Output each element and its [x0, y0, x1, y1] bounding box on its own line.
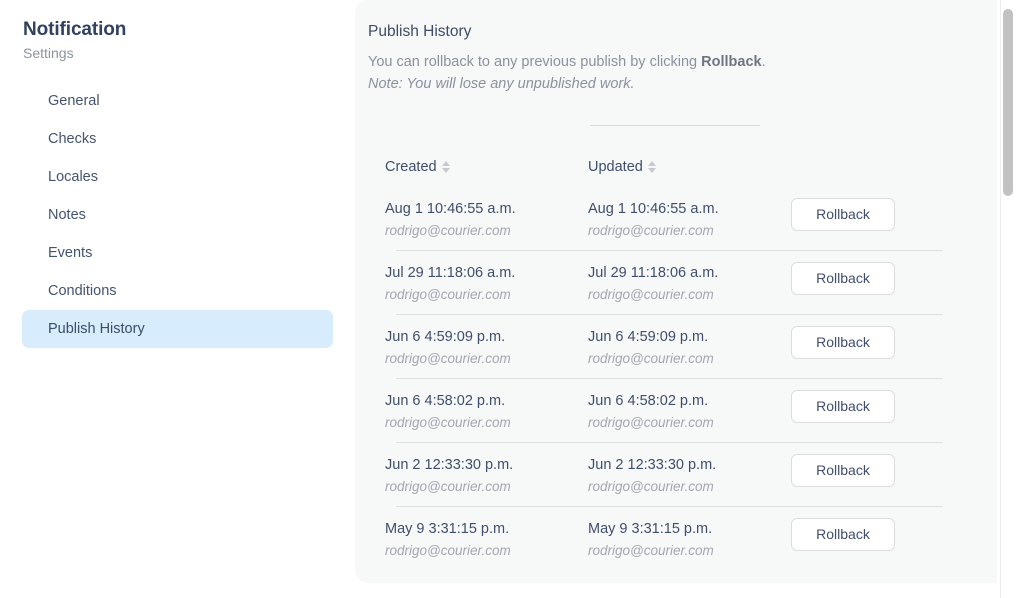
- updated-by-email: rodrigo@courier.com: [588, 541, 791, 561]
- sidebar-item-events[interactable]: Events: [22, 234, 333, 272]
- table-header-row: Created Updated: [368, 148, 997, 186]
- desc-rollback-emphasis: Rollback: [701, 54, 761, 70]
- cell-updated: Jul 29 11:18:06 a.m.rodrigo@courier.com: [588, 262, 791, 305]
- updated-timestamp: Aug 1 10:46:55 a.m.: [588, 200, 791, 220]
- sidebar-item-label: General: [48, 93, 100, 109]
- created-by-email: rodrigo@courier.com: [385, 285, 588, 305]
- publish-history-panel: Publish History You can rollback to any …: [355, 0, 997, 583]
- updated-timestamp: May 9 3:31:15 p.m.: [588, 520, 791, 540]
- updated-timestamp: Jun 2 12:33:30 p.m.: [588, 456, 791, 476]
- panel-heading: Publish History: [355, 20, 997, 43]
- sidebar-item-conditions[interactable]: Conditions: [22, 272, 333, 310]
- cell-action: Rollback: [791, 390, 997, 423]
- sidebar-item-publish-history[interactable]: Publish History: [22, 310, 333, 348]
- created-timestamp: Jun 6 4:59:09 p.m.: [385, 328, 588, 348]
- cell-created: Jun 2 12:33:30 p.m.rodrigo@courier.com: [385, 454, 588, 497]
- page-subtitle: Settings: [23, 43, 355, 64]
- panel-description-line1: You can rollback to any previous publish…: [368, 54, 766, 70]
- rollback-button[interactable]: Rollback: [791, 518, 895, 551]
- rollback-button[interactable]: Rollback: [791, 454, 895, 487]
- rollback-button[interactable]: Rollback: [791, 262, 895, 295]
- panel-description: You can rollback to any previous publish…: [355, 52, 997, 96]
- cell-action: Rollback: [791, 262, 997, 295]
- section-divider: [590, 125, 760, 126]
- sidebar-item-general[interactable]: General: [22, 82, 333, 120]
- sidebar-item-label: Locales: [48, 169, 98, 185]
- updated-by-email: rodrigo@courier.com: [588, 221, 791, 241]
- cell-created: Jun 6 4:59:09 p.m.rodrigo@courier.com: [385, 326, 588, 369]
- updated-by-email: rodrigo@courier.com: [588, 285, 791, 305]
- panel-description-note: Note: You will lose any unpublished work…: [368, 74, 997, 96]
- sidebar-item-label: Checks: [48, 131, 96, 147]
- sidebar-item-checks[interactable]: Checks: [22, 120, 333, 158]
- table-row: Jun 6 4:58:02 p.m.rodrigo@courier.comJun…: [368, 378, 997, 442]
- created-by-email: rodrigo@courier.com: [385, 221, 588, 241]
- sidebar-item-label: Publish History: [48, 321, 145, 337]
- updated-by-email: rodrigo@courier.com: [588, 349, 791, 369]
- created-by-email: rodrigo@courier.com: [385, 349, 588, 369]
- column-header-updated-label: Updated: [588, 159, 643, 175]
- publish-history-table: Created Updated Aug 1 10:46:55 a.m.rodri…: [355, 148, 997, 570]
- created-timestamp: Aug 1 10:46:55 a.m.: [385, 200, 588, 220]
- sidebar-header: Notification Settings: [0, 18, 355, 64]
- cell-updated: Jun 2 12:33:30 p.m.rodrigo@courier.com: [588, 454, 791, 497]
- sort-updown-icon[interactable]: [442, 161, 450, 173]
- settings-sidebar: Notification Settings General Checks Local…: [0, 0, 355, 598]
- panel-content: Publish History You can rollback to any …: [355, 0, 997, 96]
- created-timestamp: Jun 6 4:58:02 p.m.: [385, 392, 588, 412]
- cell-action: Rollback: [791, 326, 997, 359]
- created-by-email: rodrigo@courier.com: [385, 541, 588, 561]
- created-timestamp: May 9 3:31:15 p.m.: [385, 520, 588, 540]
- created-timestamp: Jun 2 12:33:30 p.m.: [385, 456, 588, 476]
- created-timestamp: Jul 29 11:18:06 a.m.: [385, 264, 588, 284]
- cell-created: Aug 1 10:46:55 a.m.rodrigo@courier.com: [385, 198, 588, 241]
- page-scrollbar-thumb[interactable]: [1003, 9, 1013, 196]
- updated-by-email: rodrigo@courier.com: [588, 477, 791, 497]
- cell-updated: Aug 1 10:46:55 a.m.rodrigo@courier.com: [588, 198, 791, 241]
- cell-updated: Jun 6 4:58:02 p.m.rodrigo@courier.com: [588, 390, 791, 433]
- sidebar-item-notes[interactable]: Notes: [22, 196, 333, 234]
- sidebar-item-locales[interactable]: Locales: [22, 158, 333, 196]
- column-header-created-label: Created: [385, 159, 437, 175]
- updated-timestamp: Jun 6 4:59:09 p.m.: [588, 328, 791, 348]
- rollback-button[interactable]: Rollback: [791, 390, 895, 423]
- sidebar-item-label: Conditions: [48, 283, 117, 299]
- rollback-button[interactable]: Rollback: [791, 198, 895, 231]
- cell-action: Rollback: [791, 518, 997, 551]
- sort-updown-icon[interactable]: [648, 161, 656, 173]
- table-row: Jun 6 4:59:09 p.m.rodrigo@courier.comJun…: [368, 314, 997, 378]
- cell-updated: May 9 3:31:15 p.m.rodrigo@courier.com: [588, 518, 791, 561]
- updated-timestamp: Jun 6 4:58:02 p.m.: [588, 392, 791, 412]
- desc-suffix-text: .: [762, 54, 766, 70]
- settings-nav-list: General Checks Locales Notes Events Condition…: [0, 82, 355, 348]
- cell-created: Jun 6 4:58:02 p.m.rodrigo@courier.com: [385, 390, 588, 433]
- table-body: Aug 1 10:46:55 a.m.rodrigo@courier.comAu…: [368, 186, 997, 570]
- cell-updated: Jun 6 4:59:09 p.m.rodrigo@courier.com: [588, 326, 791, 369]
- updated-by-email: rodrigo@courier.com: [588, 413, 791, 433]
- page-title: Notification: [23, 18, 355, 42]
- table-row: Jun 2 12:33:30 p.m.rodrigo@courier.comJu…: [368, 442, 997, 506]
- column-header-updated[interactable]: Updated: [588, 159, 791, 175]
- cell-created: May 9 3:31:15 p.m.rodrigo@courier.com: [385, 518, 588, 561]
- cell-action: Rollback: [791, 198, 997, 231]
- created-by-email: rodrigo@courier.com: [385, 477, 588, 497]
- table-row: Aug 1 10:46:55 a.m.rodrigo@courier.comAu…: [368, 186, 997, 250]
- updated-timestamp: Jul 29 11:18:06 a.m.: [588, 264, 791, 284]
- cell-action: Rollback: [791, 454, 997, 487]
- table-row: Jul 29 11:18:06 a.m.rodrigo@courier.comJ…: [368, 250, 997, 314]
- table-row: May 9 3:31:15 p.m.rodrigo@courier.comMay…: [368, 506, 997, 570]
- rollback-button[interactable]: Rollback: [791, 326, 895, 359]
- page-scrollbar-track[interactable]: [1000, 0, 1015, 598]
- created-by-email: rodrigo@courier.com: [385, 413, 588, 433]
- cell-created: Jul 29 11:18:06 a.m.rodrigo@courier.com: [385, 262, 588, 305]
- desc-prefix-text: You can rollback to any previous publish…: [368, 54, 701, 70]
- column-header-created[interactable]: Created: [385, 159, 588, 175]
- sidebar-item-label: Events: [48, 245, 92, 261]
- sidebar-item-label: Notes: [48, 207, 86, 223]
